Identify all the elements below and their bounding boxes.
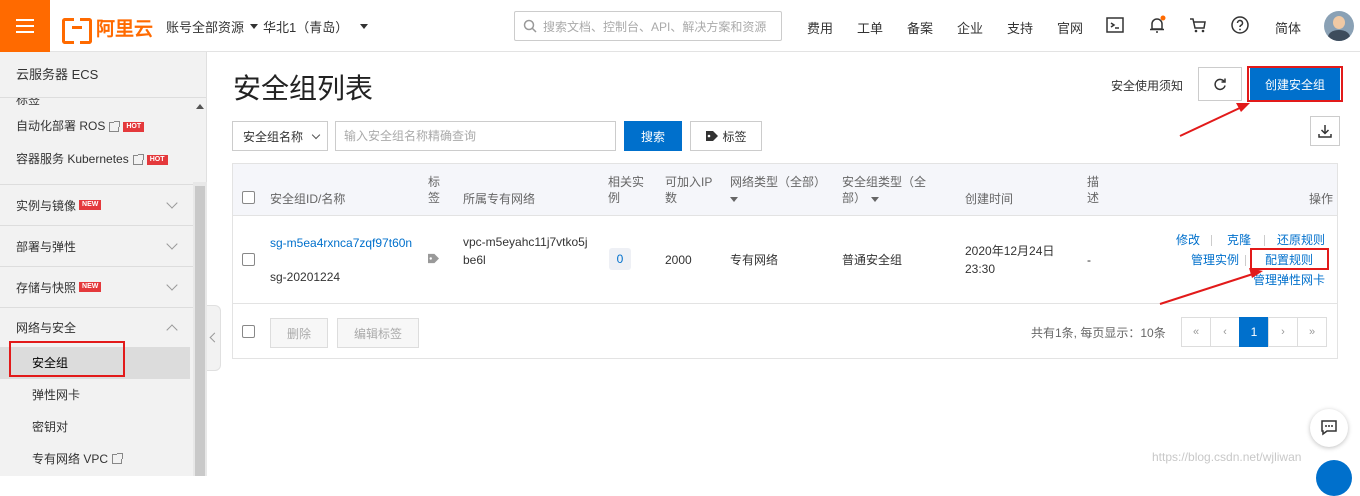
- assistant-floating-button[interactable]: [1316, 460, 1352, 496]
- arrow-to-create-button: [1179, 105, 1245, 137]
- arrowhead: [1249, 268, 1263, 278]
- feedback-chat-button[interactable]: [1310, 409, 1348, 447]
- watermark: https://blog.csdn.net/wjliwan: [1152, 450, 1302, 464]
- chat-icon: [1321, 420, 1337, 436]
- annotation-arrows: [1159, 103, 1263, 305]
- arrowhead: [1236, 103, 1250, 112]
- arrow-to-configure-rules: [1159, 272, 1257, 305]
